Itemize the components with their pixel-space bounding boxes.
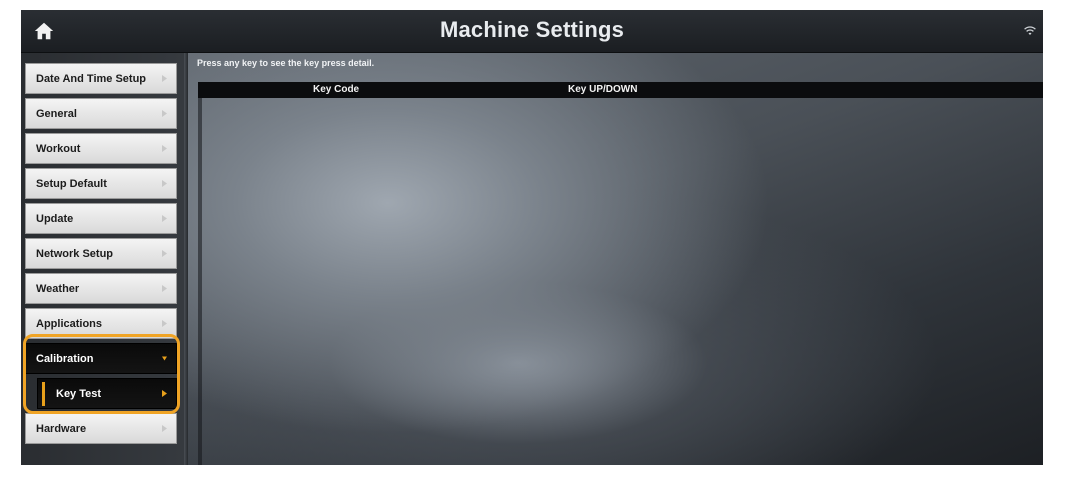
sidebar-item-label: Setup Default [36,177,107,190]
sidebar-item-weather[interactable]: Weather [25,273,177,304]
sidebar-item-general[interactable]: General [25,98,177,129]
column-header-key-up-down: Key UP/DOWN [568,84,638,95]
machine-settings-screen: Machine Settings Date And Time Setup Gen… [21,10,1043,465]
wifi-icon [1024,26,1036,35]
chevron-right-icon [162,110,167,117]
chevron-right-icon [162,390,167,397]
key-test-panel: Press any key to see the key press detai… [188,53,1043,465]
chevron-right-icon [162,320,167,327]
key-table-header: Key Code Key UP/DOWN [198,82,1043,98]
settings-sidebar: Date And Time Setup General Workout Setu… [21,53,184,465]
sidebar-item-workout[interactable]: Workout [25,133,177,164]
sidebar-item-date-and-time-setup[interactable]: Date And Time Setup [25,63,177,94]
column-header-key-code: Key Code [313,84,360,95]
sidebar-item-label: Hardware [36,422,87,435]
chevron-right-icon [162,250,167,257]
sidebar-item-label: Key Test [56,387,102,400]
sidebar-item-update[interactable]: Update [25,203,177,234]
instruction-text: Press any key to see the key press detai… [197,58,375,68]
sidebar-item-label: Network Setup [36,247,114,260]
sidebar-item-network-setup[interactable]: Network Setup [25,238,177,269]
chevron-right-icon [162,425,167,432]
sidebar-item-hardware[interactable]: Hardware [25,413,177,444]
top-bar: Machine Settings [21,10,1043,53]
page-title: Machine Settings [439,17,625,42]
chevron-down-icon [162,356,167,361]
sidebar-item-label: Date And Time Setup [36,72,147,85]
sidebar-item-label: Applications [36,317,103,330]
sidebar-item-calibration[interactable]: Calibration [25,343,177,374]
chevron-right-icon [162,145,167,152]
sidebar-item-setup-default[interactable]: Setup Default [25,168,177,199]
chevron-right-icon [162,285,167,292]
chevron-right-icon [162,180,167,187]
sidebar-item-label: Calibration [36,352,94,365]
sidebar-item-applications[interactable]: Applications [25,308,177,339]
sidebar-item-label: Workout [36,142,81,155]
sidebar-item-label: Weather [36,282,80,295]
chevron-right-icon [162,75,167,82]
sidebar-item-label: Update [36,212,74,225]
sidebar-item-label: General [36,107,77,120]
table-left-rail [198,98,202,465]
chevron-right-icon [162,215,167,222]
sidebar-subitem-key-test[interactable]: Key Test [37,378,177,409]
